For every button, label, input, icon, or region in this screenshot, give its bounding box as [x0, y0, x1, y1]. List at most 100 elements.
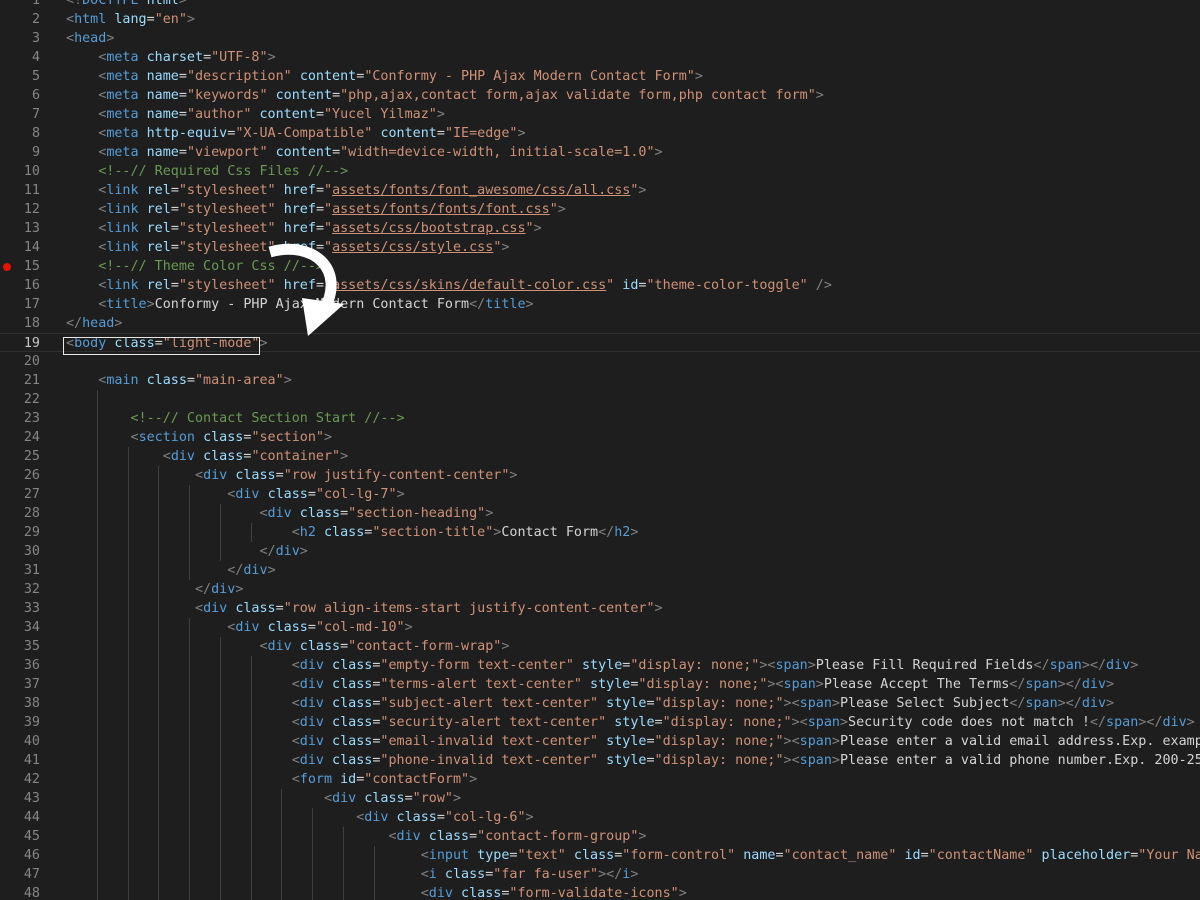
- code-line[interactable]: 33 <div class="row align-items-start jus…: [0, 599, 1200, 618]
- code-text: <div class="phone-invalid text-center" s…: [66, 751, 1200, 770]
- code-editor[interactable]: 1 <!DOCTYPE html> 2 <html lang="en"> 3 <head>…: [0, 0, 1200, 900]
- code-line[interactable]: 43 <div class="row">: [0, 789, 1200, 808]
- code-token: class: [203, 449, 244, 464]
- code-line[interactable]: 30 </div>: [0, 542, 1200, 561]
- code-line[interactable]: 6 <meta name="keywords" content="php,aja…: [0, 86, 1200, 105]
- code-line[interactable]: 9 <meta name="viewport" content="width=d…: [0, 143, 1200, 162]
- code-line[interactable]: 12 <link rel="stylesheet" href="assets/f…: [0, 200, 1200, 219]
- code-token: class: [299, 639, 341, 654]
- code-token: "viewport": [186, 145, 268, 160]
- code-token: id: [904, 848, 921, 863]
- code-line[interactable]: 23 <!--// Contact Section Start //-->: [0, 409, 1200, 428]
- code-line[interactable]: 10 <!--// Required Css Files //-->: [0, 162, 1200, 181]
- code-line[interactable]: 26 <div class="row justify-content-cente…: [0, 466, 1200, 485]
- code-token: class: [332, 658, 373, 673]
- code-token: html: [74, 12, 107, 27]
- code-line[interactable]: 41 <div class="phone-invalid text-center…: [0, 751, 1200, 770]
- code-line[interactable]: 28 <div class="section-heading">: [0, 504, 1200, 523]
- code-line[interactable]: 45 <div class="contact-form-group">: [0, 827, 1200, 846]
- code-line[interactable]: 11 <link rel="stylesheet" href="assets/f…: [0, 181, 1200, 200]
- code-token: <: [388, 829, 397, 844]
- code-line[interactable]: 36 <div class="empty-form text-center" s…: [0, 656, 1200, 675]
- code-token: div: [299, 734, 324, 749]
- code-token: =: [315, 183, 324, 198]
- code-line[interactable]: 48 <div class="form-validate-icons">: [0, 884, 1200, 900]
- code-line[interactable]: 7 <meta name="author" content="Yucel Yil…: [0, 105, 1200, 124]
- code-line[interactable]: 38 <div class="subject-alert text-center…: [0, 694, 1200, 713]
- code-token: >: [517, 126, 526, 141]
- code-text: <main class="main-area">: [66, 371, 292, 390]
- code-line[interactable]: 3 <head>: [0, 29, 1200, 48]
- code-line[interactable]: 17 <title>Conformy - PHP Ajax Modern Con…: [0, 295, 1200, 314]
- code-token: <: [66, 12, 75, 27]
- code-line[interactable]: 27 <div class="col-lg-7">: [0, 485, 1200, 504]
- code-line[interactable]: 39 <div class="security-alert text-cente…: [0, 713, 1200, 732]
- code-token: div: [1081, 677, 1107, 692]
- line-number: 2: [31, 12, 40, 27]
- code-token: >: [1106, 677, 1115, 692]
- code-line[interactable]: 1 <!DOCTYPE html>: [0, 0, 1200, 10]
- code-token: <: [291, 658, 300, 673]
- code-token: <: [420, 848, 429, 863]
- code-line[interactable]: 46 <input type = "text" class = "form-contro…: [0, 846, 1200, 865]
- code-line[interactable]: 24 <section class="section">: [0, 428, 1200, 447]
- code-line[interactable]: 5 <meta name="description" content="Conf…: [0, 67, 1200, 86]
- code-line[interactable]: 18 </head>: [0, 314, 1200, 333]
- code-token: class: [332, 696, 373, 711]
- code-line[interactable]: 15 <!--// Theme Color Css //-->: [0, 257, 1200, 276]
- code-token: "IE=edge": [444, 126, 518, 141]
- code-token: <: [791, 734, 800, 749]
- code-line[interactable]: 22: [0, 390, 1200, 409]
- code-token: >: [630, 525, 639, 540]
- code-line[interactable]: 44 <div class="col-lg-6">: [0, 808, 1200, 827]
- code-token: href: [283, 221, 316, 236]
- line-number: 5: [31, 69, 40, 84]
- code-line[interactable]: 37 <div class="terms-alert text-center" …: [0, 675, 1200, 694]
- code-line[interactable]: 32 </div>: [0, 580, 1200, 599]
- code-line[interactable]: 42 <form id="contactForm">: [0, 770, 1200, 789]
- code-token: >: [783, 753, 792, 768]
- code-token: class: [444, 867, 486, 882]
- code-line[interactable]: 19 <body class="light-mode">: [0, 333, 1200, 352]
- code-line[interactable]: 16 <link rel="stylesheet" href="assets/c…: [0, 276, 1200, 295]
- code-line[interactable]: 13 <link rel="stylesheet" href="assets/c…: [0, 219, 1200, 238]
- breakpoint-dot-icon[interactable]: [3, 263, 11, 271]
- code-token: >: [283, 373, 292, 388]
- code-token: link: [106, 202, 139, 217]
- code-line[interactable]: 2 <html lang="en">: [0, 10, 1200, 29]
- code-token: href: [283, 202, 316, 217]
- code-line[interactable]: 34 <div class="col-md-10">: [0, 618, 1200, 637]
- line-number: 28: [23, 506, 40, 521]
- code-line[interactable]: 21 <main class="main-area">: [0, 371, 1200, 390]
- code-line[interactable]: 31 </div>: [0, 561, 1200, 580]
- code-line[interactable]: 14 <link rel="stylesheet" href="assets/c…: [0, 238, 1200, 257]
- code-token: content: [299, 69, 357, 84]
- code-line[interactable]: 47 <i class="far fa-user"></i>: [0, 865, 1200, 884]
- code-token: >: [509, 468, 518, 483]
- code-token: link: [106, 221, 139, 236]
- code-token: >: [638, 829, 647, 844]
- code-line[interactable]: 25 <div class="container">: [0, 447, 1200, 466]
- code-line[interactable]: 35 <div class="contact-form-wrap">: [0, 637, 1200, 656]
- code-token: >: [267, 50, 276, 65]
- code-token: style: [606, 734, 647, 749]
- code-text: <link rel="stylesheet" href="assets/font…: [66, 200, 566, 219]
- code-token: span: [807, 715, 840, 730]
- line-number: 19: [23, 336, 40, 351]
- code-line[interactable]: 20: [0, 352, 1200, 371]
- code-line[interactable]: 29 <h2 class="section-title">Contact For…: [0, 523, 1200, 542]
- code-line[interactable]: 4 <meta charset="UTF-8">: [0, 48, 1200, 67]
- code-line[interactable]: 40 <div class="email-invalid text-center…: [0, 732, 1200, 751]
- code-text: <!DOCTYPE html>: [66, 0, 187, 10]
- code-token: <: [291, 772, 300, 787]
- code-line[interactable]: 8 <meta http-equiv="X-UA-Compatible" con…: [0, 124, 1200, 143]
- code-token: >: [452, 791, 462, 806]
